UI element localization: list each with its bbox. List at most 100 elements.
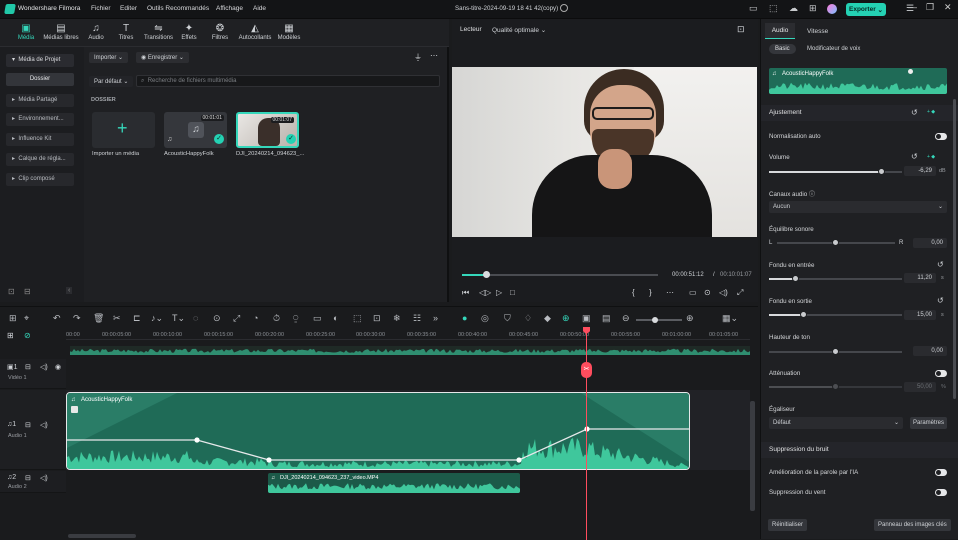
audio-clip-1[interactable]: ♫ AcousticHappyFolk	[66, 392, 690, 470]
reset-fade-in-icon[interactable]: ↺	[937, 260, 944, 269]
sidebar-item-adjustment-layer[interactable]: ▸ Calque de régla...	[6, 153, 74, 166]
transform-icon[interactable]: ⬚	[353, 313, 362, 324]
player-tab[interactable]: Lecteur	[460, 26, 482, 33]
rewind-icon[interactable]: ◁▷	[479, 288, 491, 297]
ai-tool-icon[interactable]: ⍜	[293, 313, 298, 324]
grid-icon[interactable]: ⊞	[809, 3, 817, 14]
reset-button[interactable]: Réinitialiser	[768, 519, 808, 531]
more-tools-icon[interactable]: »	[433, 313, 438, 323]
help-icon[interactable]: ⓘ	[809, 191, 815, 198]
resize-icon[interactable]: ⤢	[233, 313, 240, 324]
reset-adjust-icon[interactable]: ↺	[911, 108, 918, 117]
tab-stock-media[interactable]: ▤ Médias libres	[43, 23, 79, 41]
collapse-icon[interactable]: ‹	[66, 287, 73, 294]
subtab-voice-changer[interactable]: Modificateur de voix	[807, 46, 860, 52]
cloud-icon[interactable]: ☁	[789, 3, 798, 14]
speaker-icon[interactable]: ◁)	[40, 474, 48, 482]
zoom-in-icon[interactable]: ⊕	[686, 313, 694, 324]
fade-out-value[interactable]: 15,00	[904, 310, 936, 320]
minimize-button[interactable]: —	[908, 2, 917, 12]
tab-filters[interactable]: ❂ Filtres	[205, 23, 235, 41]
quality-dropdown[interactable]: Qualité optimale ⌄	[492, 26, 546, 34]
close-button[interactable]: ✕	[944, 2, 952, 13]
pitch-slider[interactable]	[769, 348, 902, 355]
volume-envelope[interactable]	[67, 393, 690, 470]
panel-scrollbar[interactable]	[953, 99, 956, 399]
timeline-hscrollbar[interactable]	[68, 534, 136, 538]
expand-icon[interactable]: ⤢	[737, 288, 743, 298]
text-tool-icon[interactable]: T⌄	[172, 313, 185, 324]
attenuation-value[interactable]: 50,00	[904, 382, 936, 392]
sort-dropdown[interactable]: Par défaut ⌄	[89, 76, 134, 87]
avatar[interactable]	[827, 4, 837, 14]
volume-keyframe-icon[interactable]: + ◆	[927, 154, 935, 160]
media-item-video[interactable]: 00:01:07 ✓	[236, 112, 299, 148]
subtab-basic[interactable]: Basic	[769, 44, 796, 54]
crop-icon[interactable]: ⊏	[133, 313, 141, 324]
save-icon[interactable]: ⬚	[769, 3, 778, 14]
color-icon[interactable]: ◌	[193, 313, 198, 323]
select-tool-icon[interactable]: ⌖	[24, 313, 29, 324]
tab-speed[interactable]: Vitesse	[807, 28, 828, 35]
split-marker-icon[interactable]: ✂	[581, 362, 592, 378]
camera-icon[interactable]: ⊙	[704, 288, 711, 297]
tab-audio[interactable]: ♫ Audio	[81, 23, 111, 41]
menu-outils[interactable]: Outils Recommandés	[147, 5, 209, 12]
tab-media[interactable]: ▣ Média	[11, 23, 41, 41]
volume-value[interactable]: -6,29	[904, 166, 936, 176]
sidebar-item-compound-clip[interactable]: ▸ Clip composé	[6, 173, 74, 186]
redo-icon[interactable]: ↷	[73, 313, 81, 324]
fade-in-value[interactable]: 11,20	[904, 273, 936, 283]
equalizer-settings-button[interactable]: Paramètres	[910, 417, 947, 429]
volume-slider[interactable]	[769, 168, 902, 175]
audio-edit-icon[interactable]: ♪⌄	[151, 313, 163, 324]
marker-icon[interactable]: ♢	[524, 313, 532, 324]
speaker-icon[interactable]: ◁)	[40, 363, 48, 371]
add-track-icon[interactable]: ⊞	[7, 331, 14, 340]
media-item-audio[interactable]: 00:01:01 ♫ ♫ ✓	[164, 112, 227, 148]
stop-icon[interactable]: □	[510, 288, 515, 297]
fade-out-slider[interactable]	[769, 311, 902, 318]
tab-transitions[interactable]: ⇋ Transitions	[142, 23, 175, 41]
menu-fichier[interactable]: Fichier	[91, 5, 111, 12]
prev-frame-icon[interactable]: ⏮	[462, 288, 469, 298]
ai-speech-toggle[interactable]	[935, 469, 947, 476]
info-icon[interactable]	[560, 4, 568, 12]
tab-titles[interactable]: T Titres	[111, 23, 141, 41]
render-icon[interactable]: ●	[462, 313, 467, 323]
audio-clip-2[interactable]: ♫ DJI_20240214_094623_237_video.MP4	[268, 473, 520, 493]
zoom-knob[interactable]	[652, 317, 658, 323]
timeline-vscrollbar[interactable]	[750, 401, 755, 511]
attenuation-slider[interactable]	[769, 383, 902, 390]
player-progress-track[interactable]	[462, 271, 658, 278]
equalizer-dropdown[interactable]: Défaut ⌄	[769, 417, 903, 429]
link-icon[interactable]: ⊘	[24, 331, 31, 340]
freeze-icon[interactable]: ❄	[393, 313, 401, 324]
search-input[interactable]: ⌕ Recherche de fichiers multimédia	[136, 75, 440, 87]
tab-audio-props[interactable]: Audio	[765, 23, 795, 39]
tab-stickers[interactable]: ◭ Autocollants	[236, 23, 274, 41]
folder-icon[interactable]: ⊟	[24, 287, 31, 296]
attenuation-toggle[interactable]	[935, 370, 947, 377]
mic-icon[interactable]: ◎	[481, 313, 489, 324]
menu-affichage[interactable]: Affichage	[216, 5, 243, 12]
stabilize-icon[interactable]: ⊡	[373, 313, 381, 324]
fullscreen-toggle-icon[interactable]: ⋯	[666, 288, 674, 297]
snapshot-icon[interactable]: ⊡	[737, 24, 745, 35]
zoom-slider[interactable]	[636, 317, 682, 323]
folder-track-icon[interactable]: ⊟	[25, 474, 31, 482]
audio-icon[interactable]: ◁)	[719, 288, 728, 297]
zoom-out-icon[interactable]: ⊖	[622, 313, 630, 324]
auto-normalize-toggle[interactable]	[935, 133, 947, 140]
auto-reframe-icon[interactable]: ▤	[602, 313, 611, 324]
filter-icon[interactable]: ⏚	[414, 52, 422, 63]
fade-in-slider[interactable]	[769, 275, 902, 282]
reset-fade-out-icon[interactable]: ↺	[937, 296, 944, 305]
import-button[interactable]: Importer ⌄	[89, 52, 129, 63]
maximize-button[interactable]: ❐	[926, 2, 934, 13]
keyframe-icon[interactable]: ◆	[544, 313, 551, 324]
sidebar-item-folder[interactable]: Dossier	[6, 73, 74, 86]
adjust-icon[interactable]: ☷	[413, 313, 421, 324]
envelope-keyframe[interactable]	[194, 437, 200, 443]
volume-envelope-line[interactable]	[67, 428, 690, 461]
